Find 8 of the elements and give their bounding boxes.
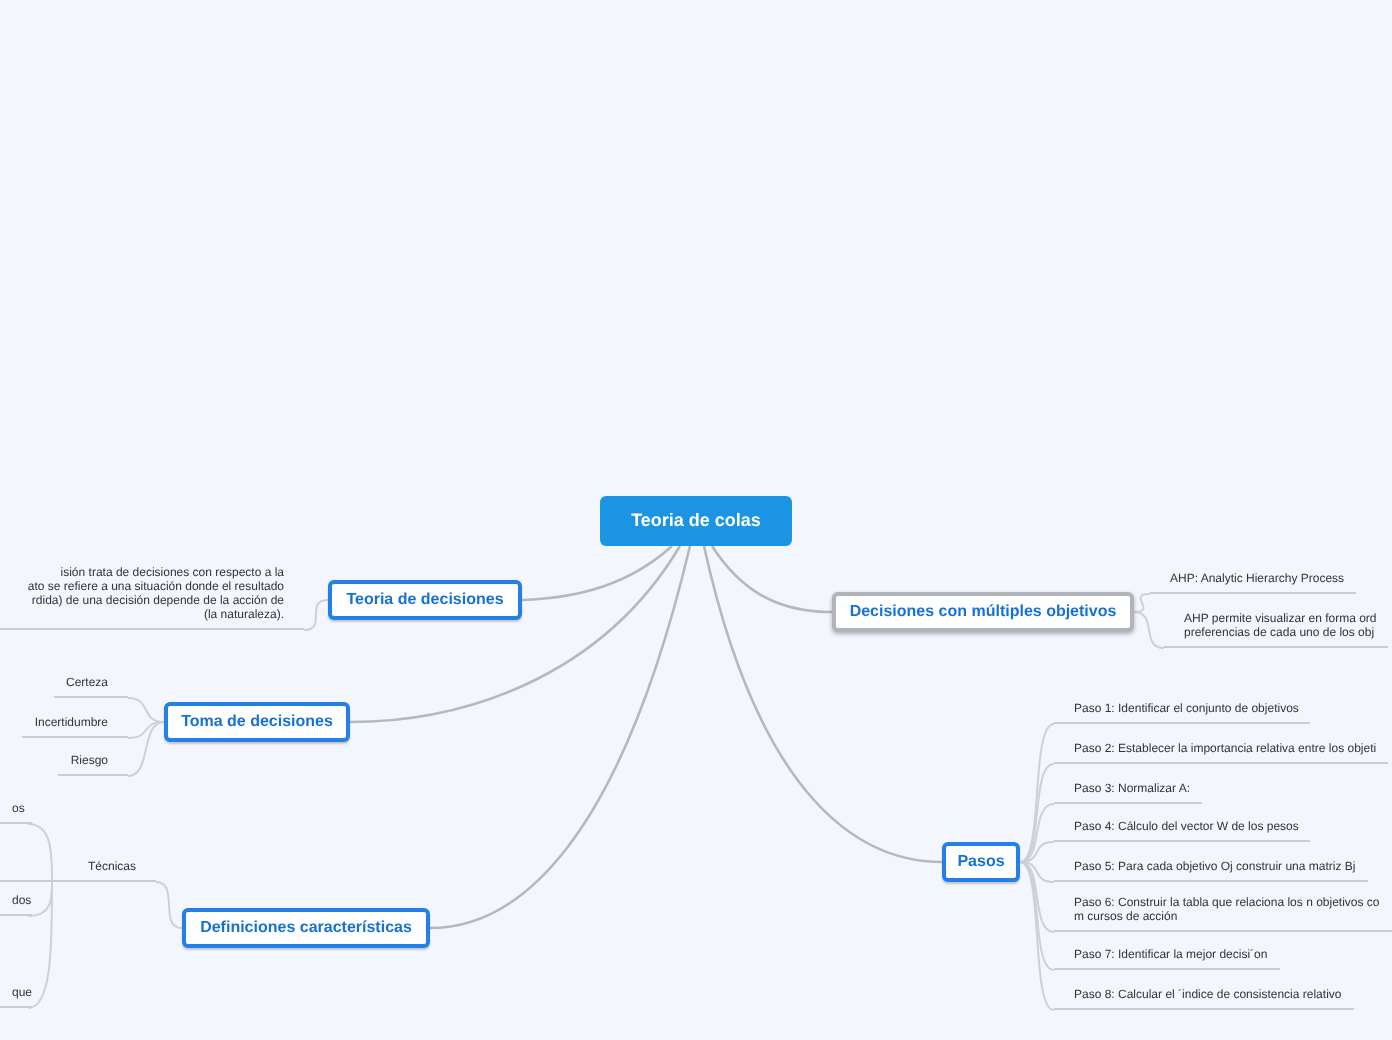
connector-line (155, 881, 183, 929)
topic-node[interactable]: Toma de decisiones (164, 702, 350, 742)
central-topic[interactable]: Teoria de colas (600, 496, 792, 546)
topic-node[interactable]: Teoria de decisiones (328, 580, 522, 620)
topic-node[interactable]: Definiciones características (182, 908, 430, 948)
topic-node[interactable]: Pasos (942, 842, 1020, 882)
connector-line (303, 599, 329, 631)
topic-node[interactable]: Decisiones con múltiples objetivos (832, 592, 1134, 632)
